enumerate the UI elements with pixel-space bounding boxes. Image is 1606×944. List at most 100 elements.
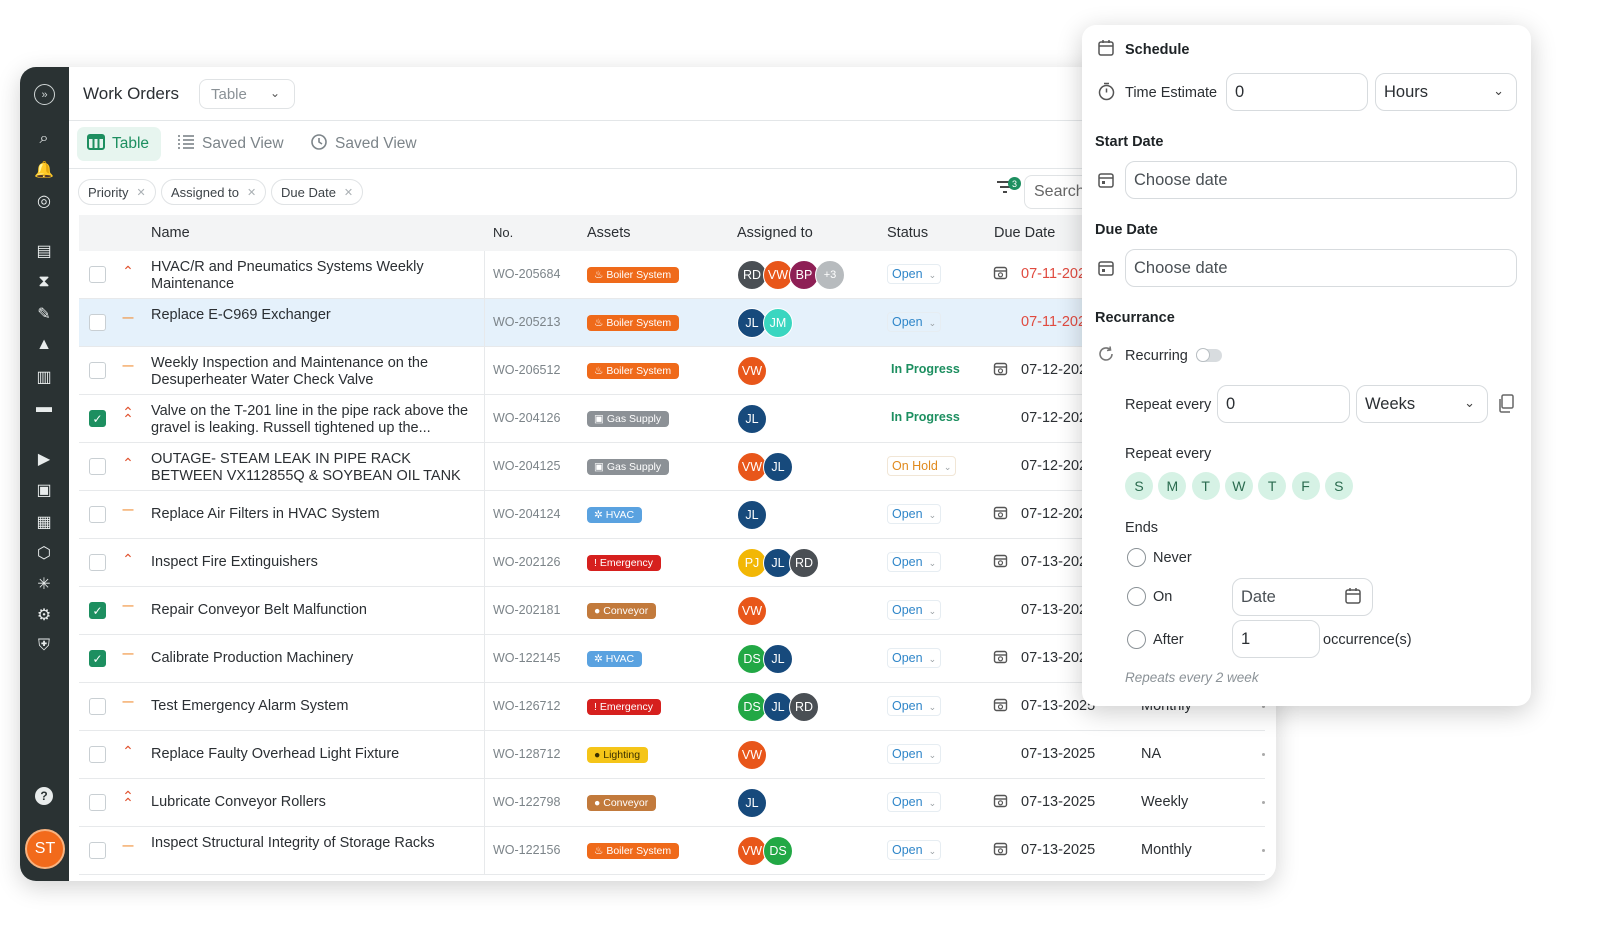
row-menu-icon[interactable] xyxy=(1262,801,1265,804)
asset-badge[interactable]: ! Emergency xyxy=(587,699,661,715)
filter-chip-assigned[interactable]: Assigned to ✕ xyxy=(161,179,267,205)
repeat-every-input[interactable]: 0 xyxy=(1217,385,1350,423)
asset-badge[interactable]: ! Emergency xyxy=(587,555,661,571)
shield-icon[interactable]: ⛨ xyxy=(32,634,56,658)
view-select[interactable]: Table ⌄ xyxy=(199,79,295,109)
calendar-sync-icon[interactable] xyxy=(993,841,1008,859)
wrench-icon[interactable]: ✎ xyxy=(32,302,56,326)
status-dropdown[interactable]: Open ⌄ xyxy=(887,648,942,668)
status-dropdown[interactable]: Open ⌄ xyxy=(887,600,942,620)
status-dropdown[interactable]: Open ⌄ xyxy=(887,744,942,764)
row-checkbox[interactable] xyxy=(89,458,106,475)
assignee-avatar[interactable]: VW xyxy=(737,356,767,386)
assignee-avatar[interactable]: JL xyxy=(737,788,767,818)
row-checkbox[interactable] xyxy=(89,314,106,331)
assignee-avatar[interactable]: VW xyxy=(737,596,767,626)
asset-badge[interactable]: ▣ Gas Supply xyxy=(587,411,670,427)
day-toggle[interactable]: M xyxy=(1158,472,1187,500)
assignee-avatar[interactable]: JL xyxy=(763,452,793,482)
row-checkbox[interactable] xyxy=(89,746,106,763)
end-on-radio[interactable] xyxy=(1127,587,1146,606)
work-order-name[interactable]: Calibrate Production Machinery xyxy=(151,650,481,667)
work-order-name[interactable]: HVAC/R and Pneumatics Systems Weekly Mai… xyxy=(151,259,481,293)
gear-icon[interactable]: ⚙ xyxy=(32,603,56,627)
status-dropdown[interactable]: Open ⌄ xyxy=(887,504,942,524)
day-toggle[interactable]: W xyxy=(1224,472,1253,500)
occurrence-input[interactable]: 1 xyxy=(1232,620,1320,658)
assignee-avatar[interactable]: JL xyxy=(737,500,767,530)
status-dropdown[interactable]: On Hold ⌄ xyxy=(887,456,957,476)
calendar-sync-icon[interactable] xyxy=(993,793,1008,811)
column-header[interactable]: Assets xyxy=(587,225,631,241)
asset-badge[interactable]: ● Conveyor xyxy=(587,603,657,619)
status-dropdown[interactable]: In Progress xyxy=(887,360,964,380)
work-order-name[interactable]: Replace Faulty Overhead Light Fixture xyxy=(151,746,481,763)
globe-search-icon[interactable]: ◎ xyxy=(32,189,56,213)
work-order-name[interactable]: Lubricate Conveyor Rollers xyxy=(151,794,481,811)
torch-icon[interactable]: ⧗ xyxy=(32,270,56,294)
calendar-sync-icon[interactable] xyxy=(993,265,1008,283)
asset-badge[interactable]: ● Lighting xyxy=(587,747,649,763)
asset-badge[interactable]: ✲ HVAC xyxy=(587,651,643,667)
help-icon[interactable]: ? xyxy=(35,787,53,805)
asset-badge[interactable]: ● Conveyor xyxy=(587,795,657,811)
close-icon[interactable]: ✕ xyxy=(247,186,256,199)
day-toggle[interactable]: T xyxy=(1191,472,1220,500)
work-order-name[interactable]: Inspect Fire Extinguishers xyxy=(151,554,481,571)
column-header[interactable]: Name xyxy=(151,225,190,241)
asset-badge[interactable]: ▣ Gas Supply xyxy=(587,459,670,475)
badge-icon[interactable]: ▣ xyxy=(32,478,56,502)
row-checkbox[interactable] xyxy=(89,506,106,523)
work-order-name[interactable]: Weekly Inspection and Maintenance on the… xyxy=(151,355,481,389)
end-after-radio[interactable] xyxy=(1127,630,1146,649)
day-toggle[interactable]: F xyxy=(1291,472,1320,500)
calendar-sync-icon[interactable] xyxy=(993,361,1008,379)
status-dropdown[interactable]: In Progress xyxy=(887,408,964,428)
tab-saved-view-1[interactable]: Saved View xyxy=(177,127,284,161)
assignee-avatar[interactable]: JL xyxy=(737,404,767,434)
row-checkbox[interactable] xyxy=(89,266,106,283)
row-checkbox[interactable] xyxy=(89,554,106,571)
calendar-sync-icon[interactable] xyxy=(993,649,1008,667)
assignee-avatar[interactable]: DS xyxy=(763,836,793,866)
status-dropdown[interactable]: Open ⌄ xyxy=(887,264,942,284)
search-icon[interactable]: ⌕ xyxy=(32,127,56,151)
table-row[interactable]: ⌃ ⌃ Lubricate Conveyor Rollers WO-122798 ● C… xyxy=(79,779,1265,827)
filter-chip-due-date[interactable]: Due Date ✕ xyxy=(271,179,364,205)
due-date-input[interactable]: Choose date xyxy=(1125,249,1517,287)
work-order-name[interactable]: Repair Conveyor Belt Malfunction xyxy=(151,602,481,619)
end-never-radio[interactable] xyxy=(1127,548,1146,567)
row-checkbox[interactable] xyxy=(89,842,106,859)
assignee-avatar[interactable]: +3 xyxy=(815,260,845,290)
status-dropdown[interactable]: Open ⌄ xyxy=(887,792,942,812)
column-header[interactable]: No. xyxy=(493,225,513,240)
asset-badge[interactable]: ♨ Boiler System xyxy=(587,363,680,379)
work-order-name[interactable]: Inspect Structural Integrity of Storage … xyxy=(151,835,481,852)
building-icon[interactable]: ▦ xyxy=(32,510,56,534)
calendar-icon[interactable] xyxy=(1344,587,1362,610)
work-order-name[interactable]: Valve on the T-201 line in the pipe rack… xyxy=(151,403,481,437)
repeat-unit-select[interactable]: Weeks ⌄ xyxy=(1356,385,1488,423)
row-menu-icon[interactable] xyxy=(1262,849,1265,852)
time-estimate-input[interactable]: 0 xyxy=(1226,73,1368,111)
folder-icon[interactable]: ▬ xyxy=(32,396,56,420)
assignee-avatar[interactable]: RD xyxy=(789,692,819,722)
assignee-avatar[interactable]: VW xyxy=(737,740,767,770)
work-order-name[interactable]: Replace E-C969 Exchanger xyxy=(151,307,481,324)
row-checkbox[interactable] xyxy=(89,362,106,379)
asset-badge[interactable]: ♨ Boiler System xyxy=(587,843,680,859)
asset-badge[interactable]: ♨ Boiler System xyxy=(587,315,680,331)
tab-saved-view-2[interactable]: Saved View xyxy=(310,127,417,161)
row-checkbox[interactable]: ✓ xyxy=(89,602,106,619)
table-row[interactable]: — Inspect Structural Integrity of Storage… xyxy=(79,827,1265,875)
work-order-name[interactable]: OUTAGE- STEAM LEAK IN PIPE RACK BETWEEN … xyxy=(151,451,481,485)
day-toggle[interactable]: S xyxy=(1125,472,1153,500)
start-date-input[interactable]: Choose date xyxy=(1125,161,1517,199)
chart-icon[interactable]: ▥ xyxy=(32,365,56,389)
table-row[interactable]: ⌃ Replace Faulty Overhead Light Fixture WO… xyxy=(79,731,1265,779)
row-checkbox[interactable] xyxy=(89,794,106,811)
row-checkbox[interactable]: ✓ xyxy=(89,410,106,427)
status-dropdown[interactable]: Open ⌄ xyxy=(887,312,942,332)
asset-badge[interactable]: ✲ HVAC xyxy=(587,507,643,523)
assignee-avatar[interactable]: JM xyxy=(763,308,793,338)
